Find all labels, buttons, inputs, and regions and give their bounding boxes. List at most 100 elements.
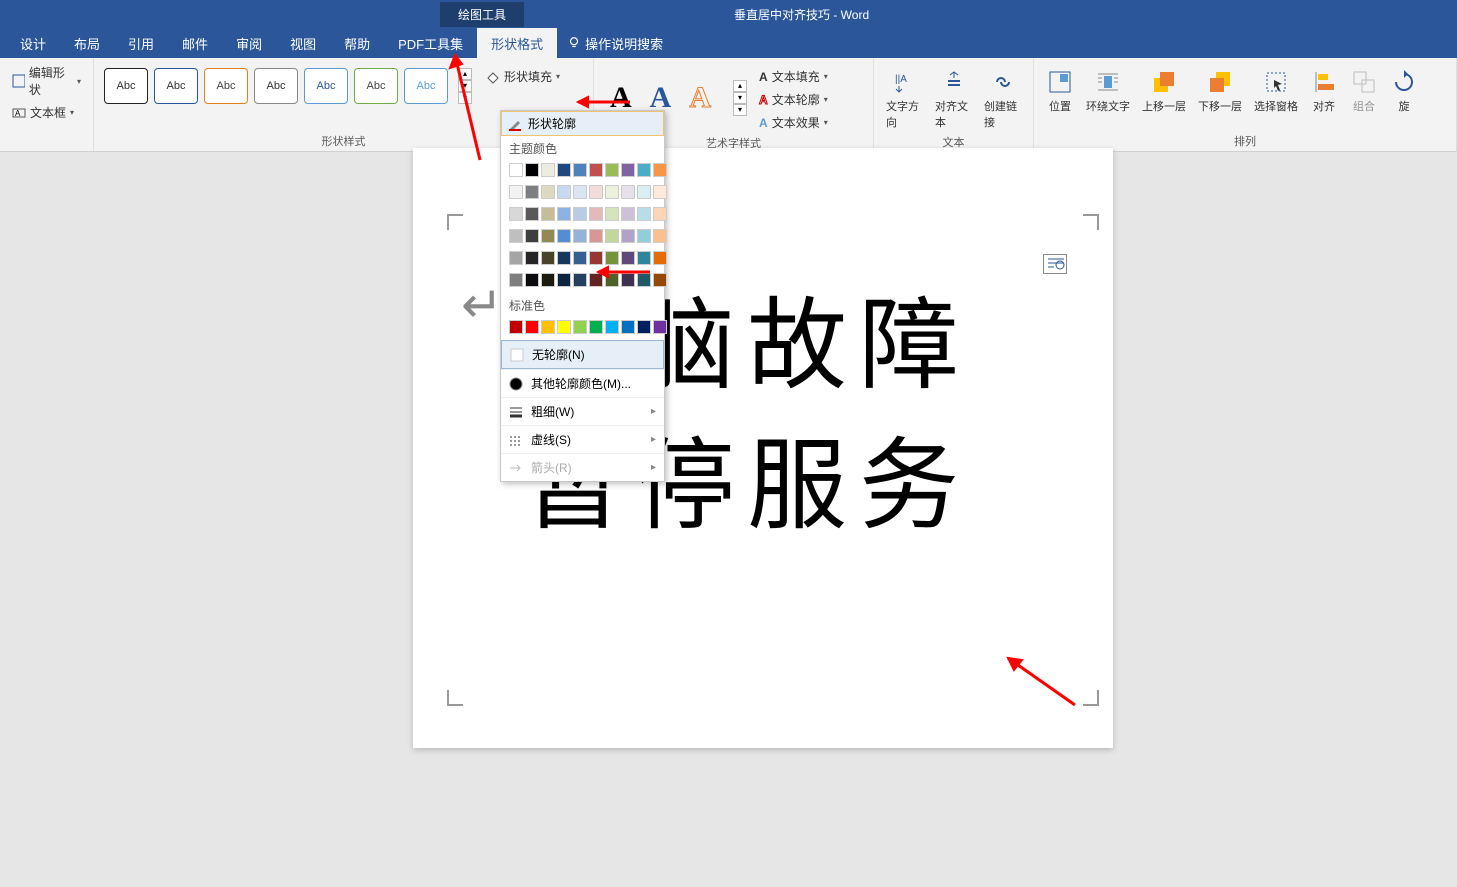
color-swatch[interactable]: [541, 207, 555, 221]
color-swatch[interactable]: [541, 185, 555, 199]
color-swatch[interactable]: [573, 207, 587, 221]
color-swatch[interactable]: [605, 320, 619, 334]
rotate-button[interactable]: 旋: [1386, 66, 1422, 116]
color-swatch[interactable]: [621, 207, 635, 221]
textbox-button[interactable]: A 文本框▾: [8, 102, 85, 123]
color-swatch[interactable]: [541, 273, 555, 287]
wordart-style-3[interactable]: A: [689, 81, 711, 115]
align-text-button[interactable]: 对齐文本: [931, 66, 976, 132]
text-fill-button[interactable]: A文本填充▾: [755, 66, 832, 87]
color-swatch[interactable]: [557, 207, 571, 221]
color-swatch[interactable]: [541, 163, 555, 177]
color-swatch[interactable]: [557, 185, 571, 199]
color-swatch[interactable]: [621, 185, 635, 199]
bring-forward-button[interactable]: 上移一层: [1138, 66, 1190, 116]
shape-style-3[interactable]: Abc: [204, 68, 248, 104]
color-swatch[interactable]: [525, 207, 539, 221]
color-swatch[interactable]: [509, 185, 523, 199]
tab-review[interactable]: 审阅: [222, 28, 276, 59]
color-swatch[interactable]: [573, 229, 587, 243]
shape-style-5[interactable]: Abc: [304, 68, 348, 104]
tab-mailings[interactable]: 邮件: [168, 28, 222, 59]
color-swatch[interactable]: [637, 185, 651, 199]
tab-help[interactable]: 帮助: [330, 28, 384, 59]
color-swatch[interactable]: [525, 163, 539, 177]
color-swatch[interactable]: [605, 185, 619, 199]
color-swatch[interactable]: [557, 320, 571, 334]
edit-shape-button[interactable]: 编辑形状▾: [8, 62, 85, 100]
color-swatch[interactable]: [589, 229, 603, 243]
tab-references[interactable]: 引用: [114, 28, 168, 59]
send-backward-button[interactable]: 下移一层: [1194, 66, 1246, 116]
color-swatch[interactable]: [573, 273, 587, 287]
color-swatch[interactable]: [589, 320, 603, 334]
shape-style-1[interactable]: Abc: [104, 68, 148, 104]
color-swatch[interactable]: [589, 207, 603, 221]
shape-style-2[interactable]: Abc: [154, 68, 198, 104]
text-direction-button[interactable]: ||A文字方向: [882, 66, 927, 132]
color-swatch[interactable]: [653, 163, 667, 177]
tell-me-search[interactable]: 操作说明搜索: [567, 34, 663, 53]
color-swatch[interactable]: [557, 251, 571, 265]
color-swatch[interactable]: [541, 229, 555, 243]
color-swatch[interactable]: [589, 163, 603, 177]
color-swatch[interactable]: [621, 163, 635, 177]
weight-item[interactable]: 粗细(W)▸: [501, 397, 664, 425]
tab-view[interactable]: 视图: [276, 28, 330, 59]
color-swatch[interactable]: [653, 251, 667, 265]
shape-style-4[interactable]: Abc: [254, 68, 298, 104]
color-swatch[interactable]: [605, 163, 619, 177]
color-swatch[interactable]: [509, 251, 523, 265]
theme-color-row[interactable]: [501, 161, 664, 183]
wrap-text-button[interactable]: 环绕文字: [1082, 66, 1134, 116]
color-swatch[interactable]: [573, 320, 587, 334]
color-swatch[interactable]: [637, 320, 651, 334]
color-swatch[interactable]: [557, 273, 571, 287]
color-swatch[interactable]: [653, 185, 667, 199]
color-swatch[interactable]: [653, 273, 667, 287]
color-swatch[interactable]: [525, 273, 539, 287]
wordart-scroll[interactable]: ▴▾▾: [733, 80, 747, 116]
color-swatch[interactable]: [573, 185, 587, 199]
color-swatch[interactable]: [621, 320, 635, 334]
text-effects-button[interactable]: A文本效果▾: [755, 112, 832, 133]
layout-options-button[interactable]: [1043, 254, 1067, 274]
color-swatch[interactable]: [525, 185, 539, 199]
color-swatch[interactable]: [509, 229, 523, 243]
color-swatch[interactable]: [509, 320, 523, 334]
color-swatch[interactable]: [525, 229, 539, 243]
color-swatch[interactable]: [541, 320, 555, 334]
more-outline-colors-item[interactable]: 其他轮廓颜色(M)...: [501, 369, 664, 397]
dashes-item[interactable]: 虚线(S)▸: [501, 425, 664, 453]
color-swatch[interactable]: [605, 207, 619, 221]
color-swatch[interactable]: [557, 163, 571, 177]
color-swatch[interactable]: [573, 163, 587, 177]
color-swatch[interactable]: [637, 229, 651, 243]
color-swatch[interactable]: [525, 251, 539, 265]
color-swatch[interactable]: [605, 229, 619, 243]
align-button[interactable]: 对齐: [1306, 66, 1342, 116]
text-outline-button[interactable]: A文本轮廓▾: [755, 89, 832, 110]
color-swatch[interactable]: [509, 207, 523, 221]
shape-style-6[interactable]: Abc: [354, 68, 398, 104]
color-swatch[interactable]: [621, 229, 635, 243]
color-swatch[interactable]: [637, 207, 651, 221]
color-swatch[interactable]: [509, 163, 523, 177]
color-swatch[interactable]: [653, 320, 667, 334]
position-button[interactable]: 位置: [1042, 66, 1078, 116]
color-swatch[interactable]: [653, 229, 667, 243]
color-swatch[interactable]: [653, 207, 667, 221]
no-outline-item[interactable]: 无轮廓(N): [501, 340, 664, 369]
selection-pane-button[interactable]: 选择窗格: [1250, 66, 1302, 116]
color-swatch[interactable]: [637, 163, 651, 177]
shape-style-gallery[interactable]: Abc Abc Abc Abc Abc Abc Abc ▴▾▾: [102, 62, 474, 110]
standard-color-row[interactable]: [501, 318, 664, 340]
tab-design[interactable]: 设计: [6, 28, 60, 59]
dropdown-header[interactable]: 形状轮廓: [501, 111, 664, 136]
group-objects-button[interactable]: 组合: [1346, 66, 1382, 116]
color-swatch[interactable]: [573, 251, 587, 265]
color-swatch[interactable]: [589, 185, 603, 199]
color-swatch[interactable]: [509, 273, 523, 287]
tab-layout[interactable]: 布局: [60, 28, 114, 59]
color-swatch[interactable]: [525, 320, 539, 334]
